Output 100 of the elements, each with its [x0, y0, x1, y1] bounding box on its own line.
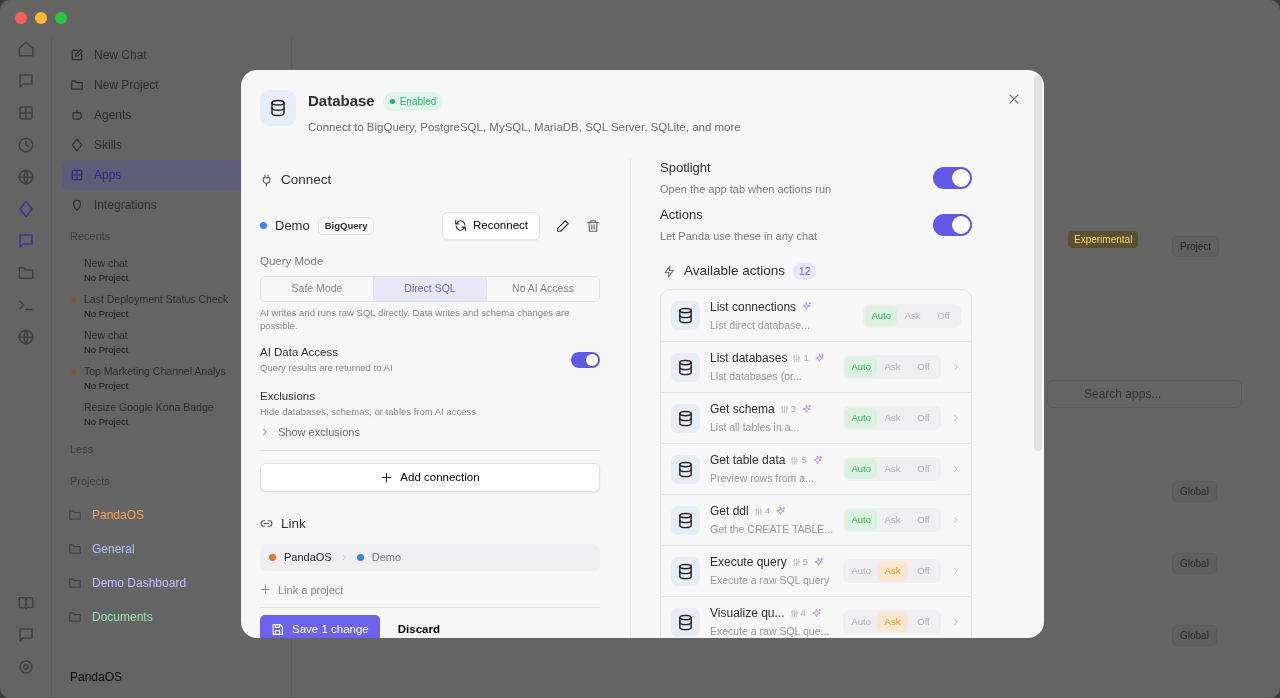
parameter-count: 5 — [790, 453, 807, 468]
connection-type-tag: BigQuery — [317, 216, 375, 235]
mode-option[interactable]: Auto — [865, 305, 897, 326]
section-heading: Available actions — [684, 262, 786, 280]
show-exclusions-toggle[interactable]: Show exclusions — [260, 424, 360, 441]
action-description: Preview rows from a... — [710, 471, 815, 487]
action-description: List databases (or... — [710, 369, 803, 385]
globe-icon[interactable] — [16, 328, 35, 346]
action-name: Get schema — [710, 401, 775, 419]
mode-option[interactable]: Ask — [877, 510, 908, 531]
action-description: List all tables in a... — [710, 420, 801, 436]
chevron-icon[interactable] — [951, 515, 961, 526]
toggle-switch[interactable] — [933, 213, 972, 236]
chevron-icon[interactable] — [951, 362, 961, 373]
action-name: Visualize qu... — [710, 605, 785, 623]
dialog-subtitle: Connect to BigQuery, PostgreSQL, MySQL, MariaDB, SQL Server, SQLite, and more — [308, 119, 741, 135]
robot-icon — [70, 108, 84, 122]
connection-name: Demo — [275, 217, 310, 236]
project-item[interactable]: PandaOS — [62, 497, 281, 532]
setting-description: Hide databases, schemas, or tables from AI access — [260, 404, 477, 419]
mode-option[interactable]: Auto — [845, 510, 877, 531]
parameter-count: 3 — [779, 402, 796, 417]
reconnect-button[interactable]: Reconnect — [442, 212, 540, 240]
status-badge: Enabled — [382, 91, 444, 111]
workspace-name: PandaOS — [69, 669, 124, 686]
clock-icon[interactable] — [16, 136, 35, 154]
window-control-button[interactable] — [15, 12, 27, 24]
sparkle-icon — [810, 607, 822, 619]
mode-option[interactable]: Ask — [877, 612, 908, 633]
folder-icon — [68, 575, 82, 590]
discard-button[interactable]: Discard — [387, 615, 450, 638]
link-project-button[interactable]: Link a project — [260, 581, 344, 599]
database-icon — [671, 301, 700, 331]
action-description: List direct database... — [710, 317, 811, 333]
chevron-icon[interactable] — [951, 464, 961, 475]
scrollbar[interactable] — [1034, 75, 1042, 451]
add-connection-button[interactable]: Add connection — [260, 462, 600, 492]
action-description: Execute a raw SQL query — [710, 573, 830, 589]
plug-icon — [260, 173, 273, 187]
save-button[interactable]: Save 1 change — [260, 615, 380, 638]
mode-option[interactable]: Ask — [877, 408, 908, 429]
section-heading: Connect — [281, 171, 332, 189]
database-icon — [671, 352, 700, 382]
mode-tab[interactable]: No AI Access — [486, 276, 599, 301]
database-icon — [260, 90, 296, 126]
refresh-icon — [454, 219, 467, 233]
project-item[interactable]: General — [62, 531, 281, 566]
mode-option[interactable]: Ask — [897, 305, 928, 326]
pencil-icon — [556, 218, 570, 233]
window-control-button[interactable] — [35, 12, 47, 24]
folder-icon[interactable] — [16, 264, 35, 282]
chat-icon[interactable] — [16, 626, 35, 644]
action-name: List connections — [710, 298, 797, 316]
database-icon — [671, 403, 700, 433]
database-icon — [671, 556, 700, 586]
sparkle-icon — [813, 352, 825, 364]
globe-icon[interactable] — [16, 168, 35, 186]
mode-option[interactable]: Ask — [877, 561, 908, 582]
setting-title: Spotlight — [660, 159, 712, 177]
setting-description: Open the app tab when actions run — [660, 181, 832, 197]
chat-icon[interactable] — [16, 232, 35, 250]
dialog-title: Database — [308, 91, 375, 111]
action-name: List databases — [710, 350, 788, 368]
toggle-switch[interactable] — [933, 166, 972, 189]
action-name: Get ddl — [710, 503, 749, 521]
mode-option[interactable]: Auto — [845, 459, 877, 480]
experimental-tag: Experimental — [1068, 231, 1139, 248]
path-label: Demo — [371, 550, 402, 566]
diamond-icon[interactable] — [16, 200, 35, 218]
mode-option[interactable]: Auto — [845, 408, 877, 429]
mode-option[interactable]: Ask — [877, 459, 908, 480]
settings-icon[interactable] — [16, 658, 35, 676]
grid-icon[interactable] — [16, 104, 35, 122]
help-text: AI writes and runs raw SQL directly. Data writes and schema changes are possible. — [260, 305, 571, 333]
sparkle-icon — [801, 301, 813, 313]
action-name: Get table data — [710, 452, 786, 470]
sparkle-icon — [801, 403, 812, 415]
mode-option[interactable]: Ask — [877, 357, 908, 378]
window-control-button[interactable] — [55, 12, 67, 24]
setting-description: Let Panda use these in any chat — [660, 228, 818, 244]
close-icon — [1007, 92, 1021, 106]
database-icon — [671, 607, 700, 637]
book-icon[interactable] — [16, 594, 35, 612]
chevron-icon[interactable] — [951, 617, 961, 628]
home-icon[interactable] — [16, 40, 35, 58]
mode-option[interactable]: Auto — [845, 357, 877, 378]
edit-button[interactable] — [556, 218, 570, 233]
database-icon — [671, 454, 700, 484]
chat-icon[interactable] — [16, 72, 35, 90]
plus-icon — [260, 584, 271, 596]
database-icon — [671, 505, 700, 535]
delete-button[interactable] — [586, 218, 600, 233]
mode-tab[interactable]: Direct SQL — [373, 276, 486, 301]
chevron-icon[interactable] — [951, 566, 961, 577]
toggle-switch[interactable] — [571, 351, 600, 368]
sparkle-icon — [811, 454, 823, 466]
folder-icon — [68, 507, 82, 522]
action-description: Get the CREATE TABLE... — [710, 522, 834, 538]
action-description: Execute a raw SQL que... — [710, 624, 830, 638]
chevron-icon[interactable] — [951, 413, 961, 424]
